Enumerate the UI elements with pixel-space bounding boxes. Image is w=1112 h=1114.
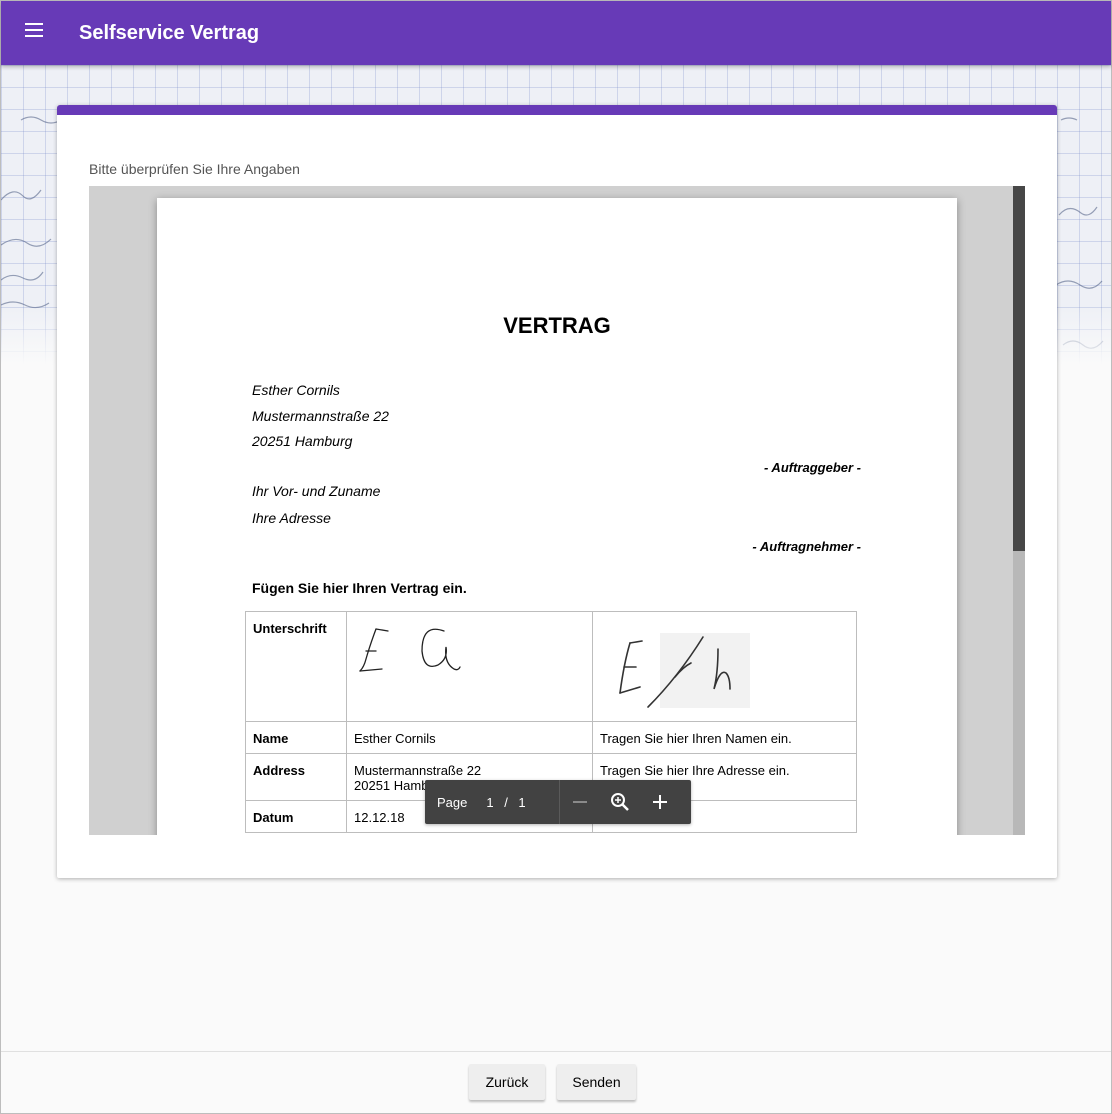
hamburger-menu-icon[interactable] [25, 18, 49, 42]
client-signature [346, 611, 593, 722]
app-title: Selfservice Vertrag [79, 21, 260, 44]
table-row: Unterschrift [245, 611, 857, 722]
contractor-role: - Auftragnehmer - [752, 539, 861, 554]
contractor-name-cell: Tragen Sie hier Ihren Namen ein. [592, 721, 857, 754]
row-label: Name [245, 721, 347, 754]
viewer-scrollbar-thumb[interactable] [1013, 186, 1025, 551]
send-button[interactable]: Senden [557, 1064, 636, 1100]
client-city: 20251 Hamburg [252, 433, 353, 449]
row-label: Address [245, 753, 347, 801]
row-label: Unterschrift [245, 611, 347, 722]
contractor-signature-image [619, 633, 750, 708]
client-name-cell: Esther Cornils [346, 721, 593, 754]
total-pages: 1 [518, 794, 526, 810]
fit-zoom-button[interactable] [600, 780, 640, 824]
client-signature-image [359, 628, 461, 672]
contract-insert-text: Fügen Sie hier Ihren Vertrag ein. [252, 580, 467, 596]
client-name: Esther Cornils [252, 382, 340, 398]
review-card: Bitte überprüfen Sie Ihre Angaben VERTRA… [57, 105, 1057, 878]
zoom-out-button[interactable] [560, 780, 600, 824]
app-bar: Selfservice Vertrag [1, 1, 1111, 65]
zoom-in-button[interactable] [640, 780, 680, 824]
page-label: Page [437, 794, 468, 810]
zoom-in-icon [611, 793, 629, 811]
review-instruction: Bitte überprüfen Sie Ihre Angaben [89, 161, 300, 177]
back-button[interactable]: Zurück [469, 1064, 545, 1100]
contractor-address: Ihre Adresse [252, 510, 331, 526]
document-title: VERTRAG [503, 313, 611, 338]
contractor-name: Ihr Vor- und Zuname [252, 483, 381, 499]
plus-icon [653, 795, 667, 809]
pdf-viewer[interactable]: VERTRAG Esther Cornils Mustermannstraße … [89, 186, 1025, 835]
current-page-input[interactable]: 1 [477, 795, 503, 810]
client-role: - Auftraggeber - [763, 460, 861, 475]
viewer-scrollbar[interactable] [1013, 186, 1025, 835]
contractor-signature [592, 611, 857, 722]
table-row: Name Esther Cornils Tragen Sie hier Ihre… [245, 721, 857, 754]
pdf-page: VERTRAG Esther Cornils Mustermannstraße … [157, 198, 957, 835]
row-label: Datum [245, 800, 347, 833]
minus-icon [573, 801, 587, 803]
action-bar: Zurück Senden [1, 1051, 1111, 1113]
client-street: Mustermannstraße 22 [252, 408, 389, 424]
pdf-toolbar: Page 1 / 1 [425, 780, 691, 824]
